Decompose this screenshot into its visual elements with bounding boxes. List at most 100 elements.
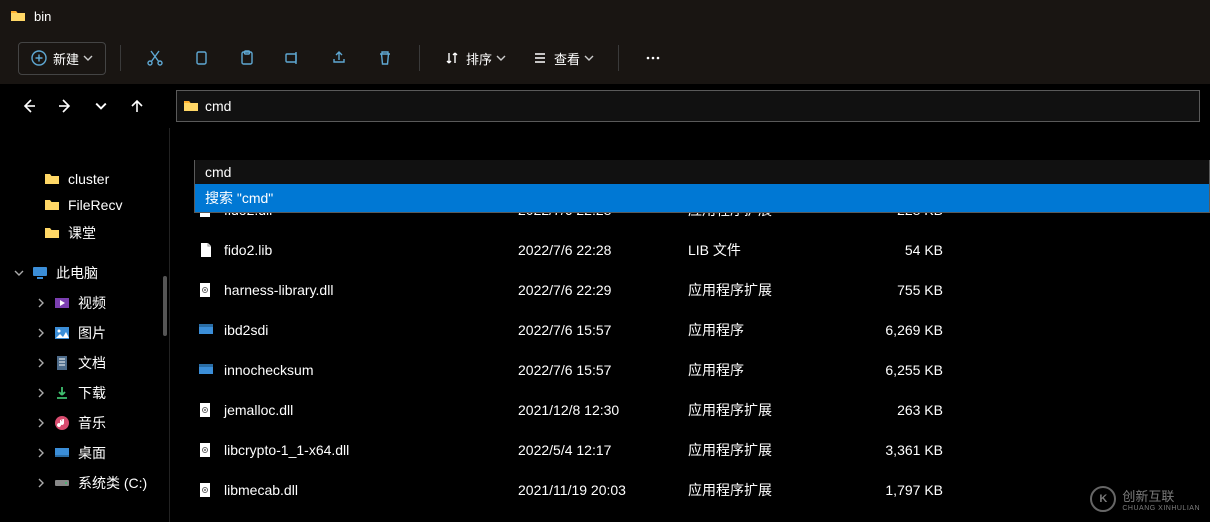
delete-button[interactable] [365,40,405,76]
file-row[interactable]: fido2.lib2022/7/6 22:28LIB 文件54 KB [170,230,1210,270]
sidebar-item-pictures[interactable]: 图片 [0,318,169,348]
folder-icon [183,98,199,114]
share-button[interactable] [319,40,359,76]
dropdown-item-search[interactable]: 搜索 "cmd" [195,184,1209,212]
trash-icon [376,49,394,67]
back-button[interactable] [20,97,38,115]
desktop-icon [54,445,70,461]
folder-icon [10,8,26,24]
file-type: 应用程序扩展 [688,480,853,500]
copy-button[interactable] [181,40,221,76]
folder-icon [44,197,60,213]
ellipsis-icon [644,49,662,67]
paste-button[interactable] [227,40,267,76]
file-type-icon [198,482,216,498]
chevron-right-icon [36,298,48,308]
rename-button[interactable] [273,40,313,76]
sort-button[interactable]: 排序 [434,43,516,74]
drive-icon [54,475,70,491]
sort-label: 排序 [466,49,492,68]
separator [120,45,121,71]
chevron-right-icon [36,388,48,398]
window-title: bin [34,9,51,24]
sidebar-item-desktop[interactable]: 桌面 [0,438,169,468]
separator [419,45,420,71]
sidebar-item-label: 图片 [78,323,106,343]
up-button[interactable] [128,97,146,115]
file-date: 2022/7/6 15:57 [518,362,688,378]
video-icon [54,295,70,311]
file-size: 3,361 KB [853,442,963,458]
chevron-right-icon [36,478,48,488]
file-date: 2022/5/4 12:17 [518,442,688,458]
plus-circle-icon [31,50,47,66]
new-button-label: 新建 [53,49,79,68]
file-row[interactable]: harness-library.dll2022/7/6 22:29应用程序扩展7… [170,270,1210,310]
sidebar-item-videos[interactable]: 视频 [0,288,169,318]
file-row[interactable]: innochecksum2022/7/6 15:57应用程序6,255 KB [170,350,1210,390]
sidebar-item-label: FileRecv [68,197,122,213]
file-type: 应用程序 [688,360,853,380]
new-button[interactable]: 新建 [18,42,106,75]
watermark-logo-icon: K [1090,486,1116,512]
rename-icon [284,49,302,67]
sidebar-item-label: 课堂 [68,223,96,243]
chevron-right-icon [36,448,48,458]
title-bar: bin [0,0,1210,32]
file-date: 2022/7/6 22:29 [518,282,688,298]
address-text: cmd [205,98,231,114]
file-date: 2022/7/6 22:28 [518,242,688,258]
sidebar-item-documents[interactable]: 文档 [0,348,169,378]
sidebar-item-music[interactable]: 音乐 [0,408,169,438]
address-bar[interactable]: cmd [176,90,1200,122]
sidebar-item-label: 此电脑 [56,263,98,283]
list-icon [532,50,548,66]
sidebar-item-label: 文档 [78,353,106,373]
view-label: 查看 [554,49,580,68]
more-button[interactable] [633,40,673,76]
sidebar-item-cluster[interactable]: cluster [0,166,169,192]
view-button[interactable]: 查看 [522,43,604,74]
forward-button[interactable] [56,97,74,115]
file-name: libmecab.dll [224,482,298,498]
copy-icon [192,49,210,67]
address-dropdown: cmd 搜索 "cmd" [194,160,1210,213]
watermark-sub: CHUANG XINHULIAN [1122,505,1200,512]
file-row[interactable]: libmecab.dll2021/11/19 20:03应用程序扩展1,797 … [170,470,1210,510]
file-type-icon [198,242,216,258]
file-name: ibd2sdi [224,322,268,338]
clipboard-icon [238,49,256,67]
file-row[interactable]: ibd2sdi2022/7/6 15:57应用程序6,269 KB [170,310,1210,350]
file-name: harness-library.dll [224,282,333,298]
scissors-icon [146,49,164,67]
sidebar-item-class[interactable]: 课堂 [0,218,169,248]
sort-icon [444,50,460,66]
cut-button[interactable] [135,40,175,76]
file-type-icon [198,282,216,298]
folder-icon [44,225,60,241]
sidebar-item-filerecv[interactable]: FileRecv [0,192,169,218]
file-row[interactable]: libcrypto-1_1-x64.dll2022/5/4 12:17应用程序扩… [170,430,1210,470]
watermark-brand: 创新互联 [1122,486,1200,505]
folder-icon [44,171,60,187]
dropdown-item-cmd[interactable]: cmd [195,160,1209,184]
scrollbar-thumb[interactable] [163,276,167,336]
file-name: jemalloc.dll [224,402,293,418]
watermark: K 创新互联 CHUANG XINHULIAN [1090,486,1200,512]
sidebar-item-system-drive[interactable]: 系统类 (C:) [0,468,169,498]
file-row[interactable]: jemalloc.dll2021/12/8 12:30应用程序扩展263 KB [170,390,1210,430]
sidebar-item-downloads[interactable]: 下载 [0,378,169,408]
navigation-row: cmd [0,84,1210,128]
document-icon [54,355,70,371]
sidebar-item-label: 下载 [78,383,106,403]
share-icon [330,49,348,67]
file-size: 755 KB [853,282,963,298]
sidebar-item-this-pc[interactable]: 此电脑 [0,258,169,288]
toolbar: 新建 排序 查看 [0,32,1210,84]
file-date: 2021/12/8 12:30 [518,402,688,418]
chevron-right-icon [36,358,48,368]
recent-button[interactable] [92,97,110,115]
file-type: 应用程序 [688,320,853,340]
chevron-down-icon [83,53,93,63]
chevron-down-icon [496,53,506,63]
